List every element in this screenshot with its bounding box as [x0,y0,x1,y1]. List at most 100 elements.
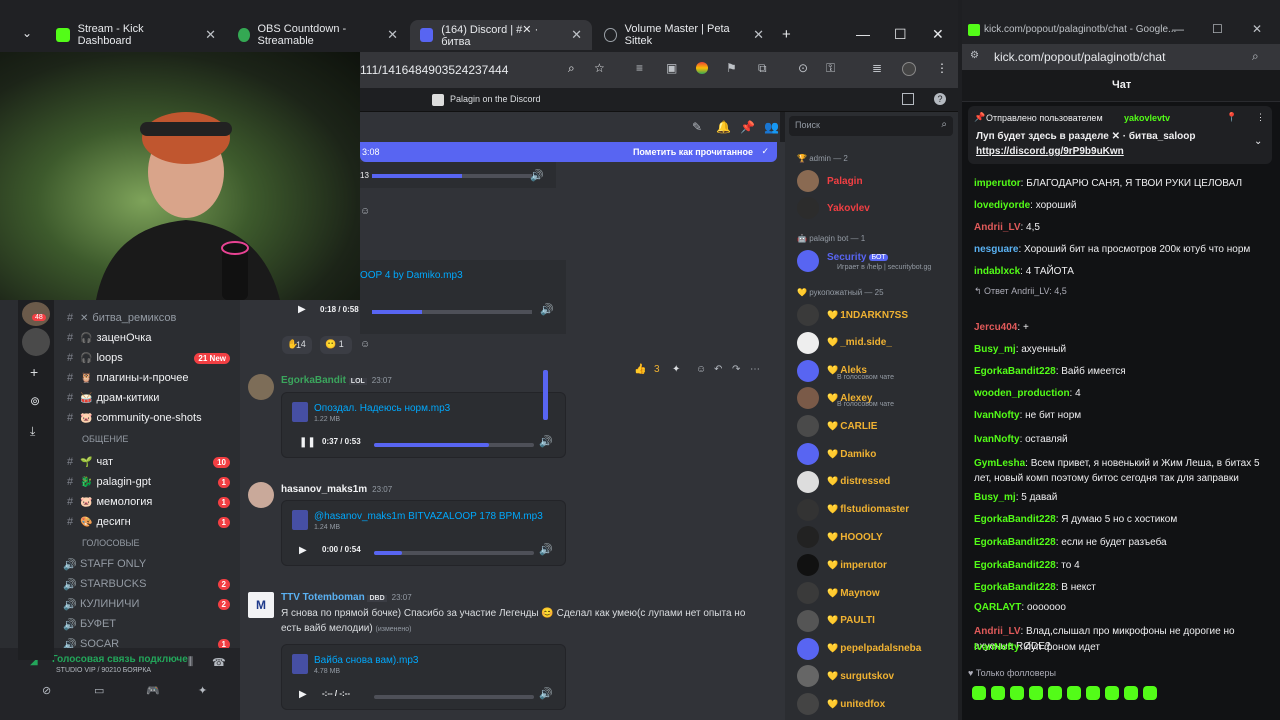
tab-discord[interactable]: (164) Discord | #✕ · битва ✕ [410,20,592,50]
member-item[interactable]: 💛 CARLIE [797,413,957,439]
member-item[interactable]: 💛 imperutor [797,552,957,578]
chat-username[interactable]: wooden_production [974,388,1070,399]
members-icon[interactable]: 👥 [764,120,779,134]
audio-filename[interactable]: Опоздал. Надеюсь норм.mp3 [314,403,450,414]
volume-icon[interactable]: 🔊 [539,543,553,556]
media-icon[interactable]: ≣ [872,61,882,75]
discover-icon[interactable]: ⊚ [30,394,40,408]
mark-read-button[interactable]: Пометить как прочитанное [633,147,753,157]
close-icon[interactable]: ✕ [387,27,398,43]
chat-username[interactable]: IvanNofty [974,642,1020,653]
site-info-icon[interactable]: ⚙ [970,50,979,61]
tab-kick-dashboard[interactable]: Stream - Kick Dashboard ✕ [46,20,226,50]
kick-url-bar[interactable]: ⚙ kick.com/popout/palaginotb/chat ⌕ [962,44,1280,70]
address-bar[interactable]: 111/1416484903524237444 ⌕ ☆ ≡ ▣ ⚑ ⧉ ⊙ ⚿ … [360,52,958,88]
voice-status[interactable]: Голосовая связь подключе [52,654,188,665]
chat-username[interactable]: GymLesha [974,458,1025,469]
pinned-link[interactable]: https://discord.gg/9rP9b9uKwn [976,146,1124,157]
window-close-icon[interactable]: ✕ [1252,22,1262,36]
category-voice[interactable]: ГОЛОСОВЫЕ [82,538,139,548]
chevron-down-icon[interactable]: ⌄ [1254,136,1262,147]
play-icon[interactable]: ▶ [299,545,307,556]
member-item[interactable]: 💛 distressed [797,469,957,495]
emote-icon[interactable] [1029,686,1043,700]
close-icon[interactable]: ✕ [571,27,582,43]
chat-username[interactable]: EgorkaBandit228 [974,537,1056,548]
new-messages-bar[interactable]: 3:08 Пометить как прочитанное ✓ [360,142,777,162]
chat-username[interactable]: IvanNofty [974,410,1020,421]
chat-username[interactable]: imperutor [974,178,1021,189]
more-icon[interactable]: ⋮ [1256,112,1265,123]
download-icon[interactable]: ⤓ [30,424,35,439]
volume-icon[interactable]: 🔊 [539,435,553,448]
add-reaction-icon[interactable]: ☺ [360,206,370,217]
category-social[interactable]: ОБЩЕНИЕ [82,434,128,444]
member-palagin[interactable]: Palagin [797,168,957,194]
member-item[interactable]: 💛 HOOOLY [797,524,957,550]
chat-username[interactable]: Andrii_LV [974,626,1020,637]
inbox-icon[interactable] [902,93,914,105]
emote-icon[interactable] [1010,686,1024,700]
new-tab-icon[interactable]: + [782,26,791,43]
puzzle-icon[interactable]: ⧉ [758,61,767,76]
camera-off-icon[interactable]: ⊘ [42,684,51,697]
noise-suppression-icon[interactable]: ⫼ [188,656,193,669]
close-icon[interactable]: ✕ [205,27,216,43]
member-security-bot[interactable]: Security БОТ Играет в /help | securitybo… [797,248,957,274]
audio-filename[interactable]: @hasanov_maks1m BITVAZALOOP 178 BPM.mp3 [314,511,543,522]
disconnect-icon[interactable]: ☎ [212,656,226,669]
chat-username[interactable]: lovediyorde [974,200,1030,211]
search-input[interactable]: Поиск ⌕ [789,116,953,136]
tab-obs-countdown[interactable]: OBS Countdown - Streamable ✕ [228,20,408,50]
volume-icon[interactable]: 🔊 [540,303,554,316]
chat-username[interactable]: QARLAYT [974,602,1021,613]
reaction-chip[interactable]: 😶 1 [320,336,352,354]
volume-icon[interactable]: 🔊 [530,169,544,182]
threads-icon[interactable]: ✎ [692,120,702,134]
audio-progress[interactable] [374,551,534,555]
extension-icon[interactable]: ⊙ [798,61,808,75]
emote-icon[interactable] [1124,686,1138,700]
member-item[interactable]: 💛 PAULTI [797,608,957,634]
pinned-user[interactable]: yakovlevtv [1124,113,1170,123]
member-item[interactable]: 💛 surgutskov [797,663,957,689]
help-icon[interactable]: ? [934,93,946,105]
url-text[interactable]: kick.com/popout/palaginotb/chat [994,50,1165,64]
play-icon[interactable]: ▶ [299,689,307,700]
member-item[interactable]: 💛 flstudiomaster [797,497,957,523]
chat-username[interactable]: EgorkaBandit228 [974,366,1056,377]
member-item[interactable]: 💛 _mid.side_ [797,330,957,356]
volume-icon[interactable]: 🔊 [539,687,553,700]
emote-icon[interactable] [1086,686,1100,700]
tab-search-icon[interactable]: ⌄ [22,26,32,40]
emote-icon[interactable] [1105,686,1119,700]
pin-icon[interactable]: 📍 [1226,112,1237,123]
message-author[interactable]: hasanov_maks1m 23:07 [281,484,392,495]
profile-avatar[interactable] [902,62,916,76]
chat-username[interactable]: Busy_mj [974,492,1016,503]
extension-icon[interactable] [696,62,708,74]
minimize-icon[interactable]: — [856,26,870,42]
audio-progress[interactable] [372,310,532,314]
chat-username[interactable]: IvanNofty [974,434,1020,445]
emote-icon[interactable] [991,686,1005,700]
play-icon[interactable]: ▶ [298,304,306,315]
audio-filename[interactable]: OOP 4 by Damiko.mp3 [360,270,463,281]
audio-filename[interactable]: Вайба снова вам).mp3 [314,655,418,666]
emote-icon[interactable] [1143,686,1157,700]
member-item[interactable]: 💛 unitedfox [797,691,957,717]
bookmark-star-icon[interactable]: ☆ [594,61,605,75]
member-item[interactable]: 💛 pepelpadalsneba [797,636,957,662]
volume-slider[interactable] [543,370,548,420]
key-icon[interactable]: ⚿ [826,61,835,76]
emote-icon[interactable] [1048,686,1062,700]
search-icon[interactable]: ⌕ [568,61,575,76]
close-icon[interactable]: ✕ [753,27,764,43]
screen-share-icon[interactable]: ▭ [94,684,104,697]
audio-progress[interactable] [374,695,534,699]
chat-username[interactable]: nesguare [974,244,1018,255]
search-icon[interactable]: ⌕ [1252,49,1259,64]
emote-icon[interactable] [972,686,986,700]
extension-icon[interactable]: ≡ [636,61,643,75]
tab-volume-master[interactable]: Volume Master | Peta Sittek ✕ [594,20,774,50]
